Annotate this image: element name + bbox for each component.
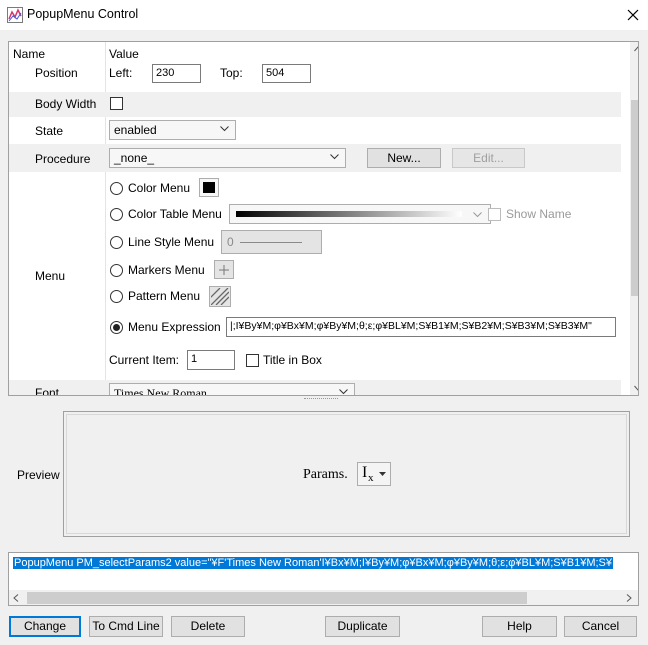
color-table-gradient	[236, 211, 462, 217]
preview-popup-main: I	[362, 464, 368, 481]
position-row: Position Left: 230 Top: 504	[9, 60, 621, 92]
window-title: PopupMenu Control	[27, 7, 139, 21]
menu-expression-label: Menu Expression	[128, 320, 221, 334]
plus-marker-icon	[219, 265, 229, 275]
menu-expression-input[interactable]: |;I¥By¥M;φ¥Bx¥M;φ¥By¥M;θ;ε;φ¥BL¥M;S¥B1¥M…	[226, 317, 616, 337]
left-input[interactable]: 230	[152, 64, 201, 83]
chevron-up-icon[interactable]	[634, 46, 639, 52]
color-menu-radio[interactable]	[110, 182, 123, 195]
body-width-label: Body Width	[35, 97, 97, 111]
title-in-box-label: Title in Box	[263, 353, 322, 367]
font-value: Times New Roman	[114, 386, 207, 396]
pattern-menu-label: Pattern Menu	[128, 289, 201, 303]
close-icon	[627, 9, 639, 21]
change-button[interactable]: Change	[9, 616, 81, 637]
vertical-scrollbar[interactable]	[630, 42, 639, 395]
color-table-menu-label: Color Table Menu	[128, 207, 222, 221]
font-select[interactable]: Times New Roman	[109, 383, 355, 396]
markers-menu-label: Markers Menu	[128, 263, 205, 277]
property-panel[interactable]: Name Value Position Left: 230 Top: 504 B…	[8, 41, 639, 396]
chevron-left-icon[interactable]	[13, 594, 19, 602]
menu-expression-radio[interactable]	[110, 321, 123, 334]
show-name-checkbox[interactable]	[488, 208, 501, 221]
state-select[interactable]: enabled	[109, 120, 236, 140]
chevron-down-icon	[330, 154, 339, 160]
state-value: enabled	[114, 123, 157, 137]
color-menu-label: Color Menu	[128, 181, 191, 195]
command-text[interactable]: PopupMenu PM_selectParams2 value="¥F'Tim…	[13, 557, 614, 569]
chevron-down-icon	[339, 389, 348, 395]
preview-label: Preview	[17, 468, 60, 482]
color-swatch-fill	[203, 182, 215, 193]
color-table-select[interactable]	[229, 204, 491, 224]
command-text-box[interactable]: PopupMenu PM_selectParams2 value="¥F'Tim…	[8, 552, 639, 606]
state-row: State enabled	[9, 117, 621, 144]
header-name: Name	[13, 47, 46, 61]
hatch-pattern-icon	[211, 288, 229, 305]
body-width-checkbox[interactable]	[110, 97, 123, 110]
line-style-sample	[240, 242, 302, 243]
splitter-grip[interactable]	[304, 398, 338, 400]
new-procedure-button[interactable]: New...	[367, 148, 441, 168]
preview-area: Params. I x	[66, 414, 627, 534]
procedure-select[interactable]: _none_	[109, 148, 346, 168]
line-style-select[interactable]: 0	[221, 230, 322, 254]
left-label: Left:	[109, 66, 133, 80]
procedure-row: Procedure _none_ New... Edit...	[9, 144, 621, 172]
current-item-input[interactable]: 1	[187, 350, 235, 370]
header-value: Value	[109, 47, 139, 61]
position-label: Position	[35, 66, 78, 80]
top-label: Top:	[220, 66, 243, 80]
horizontal-scrollbar[interactable]	[9, 590, 638, 605]
line-style-menu-radio[interactable]	[110, 236, 123, 249]
body-width-row: Body Width	[9, 92, 621, 117]
menu-row: Menu Color Menu Color Table Menu Show Na…	[9, 172, 621, 380]
pattern-select[interactable]	[209, 286, 231, 307]
chevron-down-icon	[473, 212, 482, 218]
chevron-down-icon	[220, 126, 229, 132]
preview-popup-sub: x	[368, 472, 374, 484]
edit-procedure-button[interactable]: Edit...	[452, 148, 525, 168]
line-style-menu-label: Line Style Menu	[128, 235, 215, 249]
marker-select[interactable]	[214, 260, 234, 279]
top-input[interactable]: 504	[262, 64, 311, 83]
help-button[interactable]: Help	[482, 616, 557, 637]
show-name-label: Show Name	[506, 207, 572, 221]
procedure-value: _none_	[114, 151, 155, 165]
markers-menu-radio[interactable]	[110, 264, 123, 277]
color-table-menu-radio[interactable]	[110, 208, 123, 221]
duplicate-button[interactable]: Duplicate	[325, 616, 400, 637]
delete-button[interactable]: Delete	[171, 616, 245, 637]
color-swatch[interactable]	[199, 178, 219, 197]
title-in-box-checkbox[interactable]	[246, 354, 259, 367]
triangle-down-icon	[379, 472, 386, 476]
vertical-scroll-thumb[interactable]	[631, 100, 638, 296]
app-icon	[7, 7, 23, 23]
font-label: Font	[35, 386, 60, 396]
preview-popup-menu[interactable]: I x	[357, 462, 391, 486]
menu-label: Menu	[35, 269, 66, 283]
procedure-label: Procedure	[35, 152, 91, 166]
to-cmd-line-button[interactable]: To Cmd Line	[89, 616, 163, 637]
font-row: Font Times New Roman	[9, 380, 621, 396]
horizontal-scroll-thumb[interactable]	[27, 592, 527, 604]
preview-frame: Params. I x	[63, 411, 630, 537]
cancel-button[interactable]: Cancel	[564, 616, 637, 637]
state-label: State	[35, 124, 64, 138]
chevron-down-icon[interactable]	[634, 385, 639, 391]
pattern-menu-radio[interactable]	[110, 290, 123, 303]
current-item-label: Current Item:	[109, 353, 180, 367]
chevron-right-icon[interactable]	[626, 594, 632, 602]
close-button[interactable]	[620, 2, 646, 28]
line-style-value: 0	[227, 235, 234, 249]
preview-params-title: Params.	[303, 467, 348, 482]
